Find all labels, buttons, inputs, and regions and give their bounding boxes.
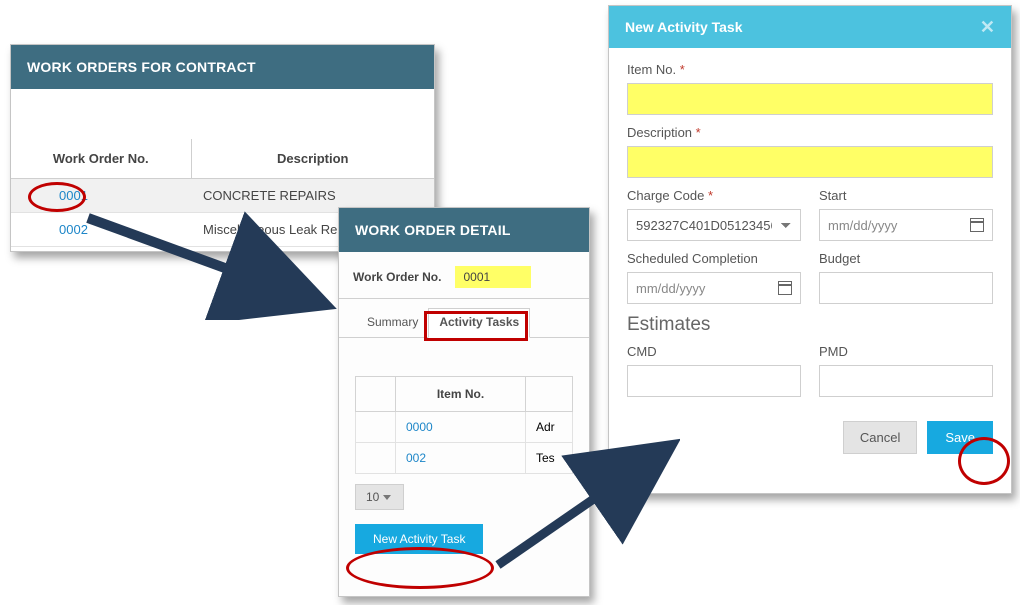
estimates-heading: Estimates — [627, 314, 993, 336]
panel-title: WORK ORDERS FOR CONTRACT — [11, 45, 434, 89]
page-size-dropdown[interactable]: 10 — [355, 484, 404, 510]
work-order-detail-panel: WORK ORDER DETAIL Work Order No. 0001 Su… — [338, 207, 590, 597]
chevron-down-icon — [383, 495, 391, 500]
page-size-label: 10 — [366, 490, 379, 504]
start-date-input[interactable]: mm/dd/yyyy — [819, 209, 993, 241]
label-start: Start — [819, 188, 993, 203]
wo-no-label: Work Order No. — [353, 270, 441, 284]
calendar-icon — [970, 218, 984, 232]
dialog-title: New Activity Task — [625, 19, 743, 35]
label-scheduled-completion: Scheduled Completion — [627, 251, 801, 266]
table-row: 002 Tes — [356, 443, 573, 474]
table-row: 0000 Adr — [356, 412, 573, 443]
new-activity-task-button[interactable]: New Activity Task — [355, 524, 483, 554]
wo-link-0002[interactable]: 0002 — [59, 222, 88, 237]
new-activity-task-dialog: New Activity Task ✕ Item No. * Descripti… — [608, 5, 1012, 494]
close-icon[interactable]: ✕ — [980, 18, 995, 36]
pmd-input[interactable] — [819, 365, 993, 397]
cmd-input[interactable] — [627, 365, 801, 397]
calendar-icon — [778, 281, 792, 295]
col-header-blank — [356, 377, 396, 412]
col-header-item-no: Item No. — [396, 377, 526, 412]
task-link[interactable]: 0000 — [406, 420, 433, 434]
label-pmd: PMD — [819, 344, 993, 359]
label-item-no: Item No. * — [627, 62, 993, 77]
task-desc: Tes — [526, 443, 573, 474]
task-link[interactable]: 002 — [406, 451, 426, 465]
charge-code-select[interactable]: 592327C401D05123456 — [627, 209, 801, 241]
label-charge-code: Charge Code * — [627, 188, 801, 203]
col-header-wo: Work Order No. — [11, 139, 191, 179]
label-budget: Budget — [819, 251, 993, 266]
save-button[interactable]: Save — [927, 421, 993, 454]
label-cmd: CMD — [627, 344, 801, 359]
tab-activity-tasks[interactable]: Activity Tasks — [428, 308, 530, 338]
cancel-button[interactable]: Cancel — [843, 421, 917, 454]
tabs: Summary Activity Tasks — [339, 299, 589, 338]
tab-summary[interactable]: Summary — [357, 309, 428, 337]
item-no-input[interactable] — [627, 83, 993, 115]
date-placeholder: mm/dd/yyyy — [636, 281, 705, 296]
description-input[interactable] — [627, 146, 993, 178]
wo-link-0001[interactable]: 0001 — [59, 188, 88, 203]
task-desc: Adr — [526, 412, 573, 443]
panel-title: WORK ORDER DETAIL — [339, 208, 589, 252]
date-placeholder: mm/dd/yyyy — [828, 218, 897, 233]
col-header-desc: Description — [191, 139, 434, 179]
label-description: Description * — [627, 125, 993, 140]
budget-input[interactable] — [819, 272, 993, 304]
activity-tasks-table: Item No. 0000 Adr 002 Tes — [355, 376, 573, 474]
scheduled-completion-input[interactable]: mm/dd/yyyy — [627, 272, 801, 304]
col-header-desc — [526, 377, 573, 412]
wo-no-value: 0001 — [455, 266, 531, 288]
